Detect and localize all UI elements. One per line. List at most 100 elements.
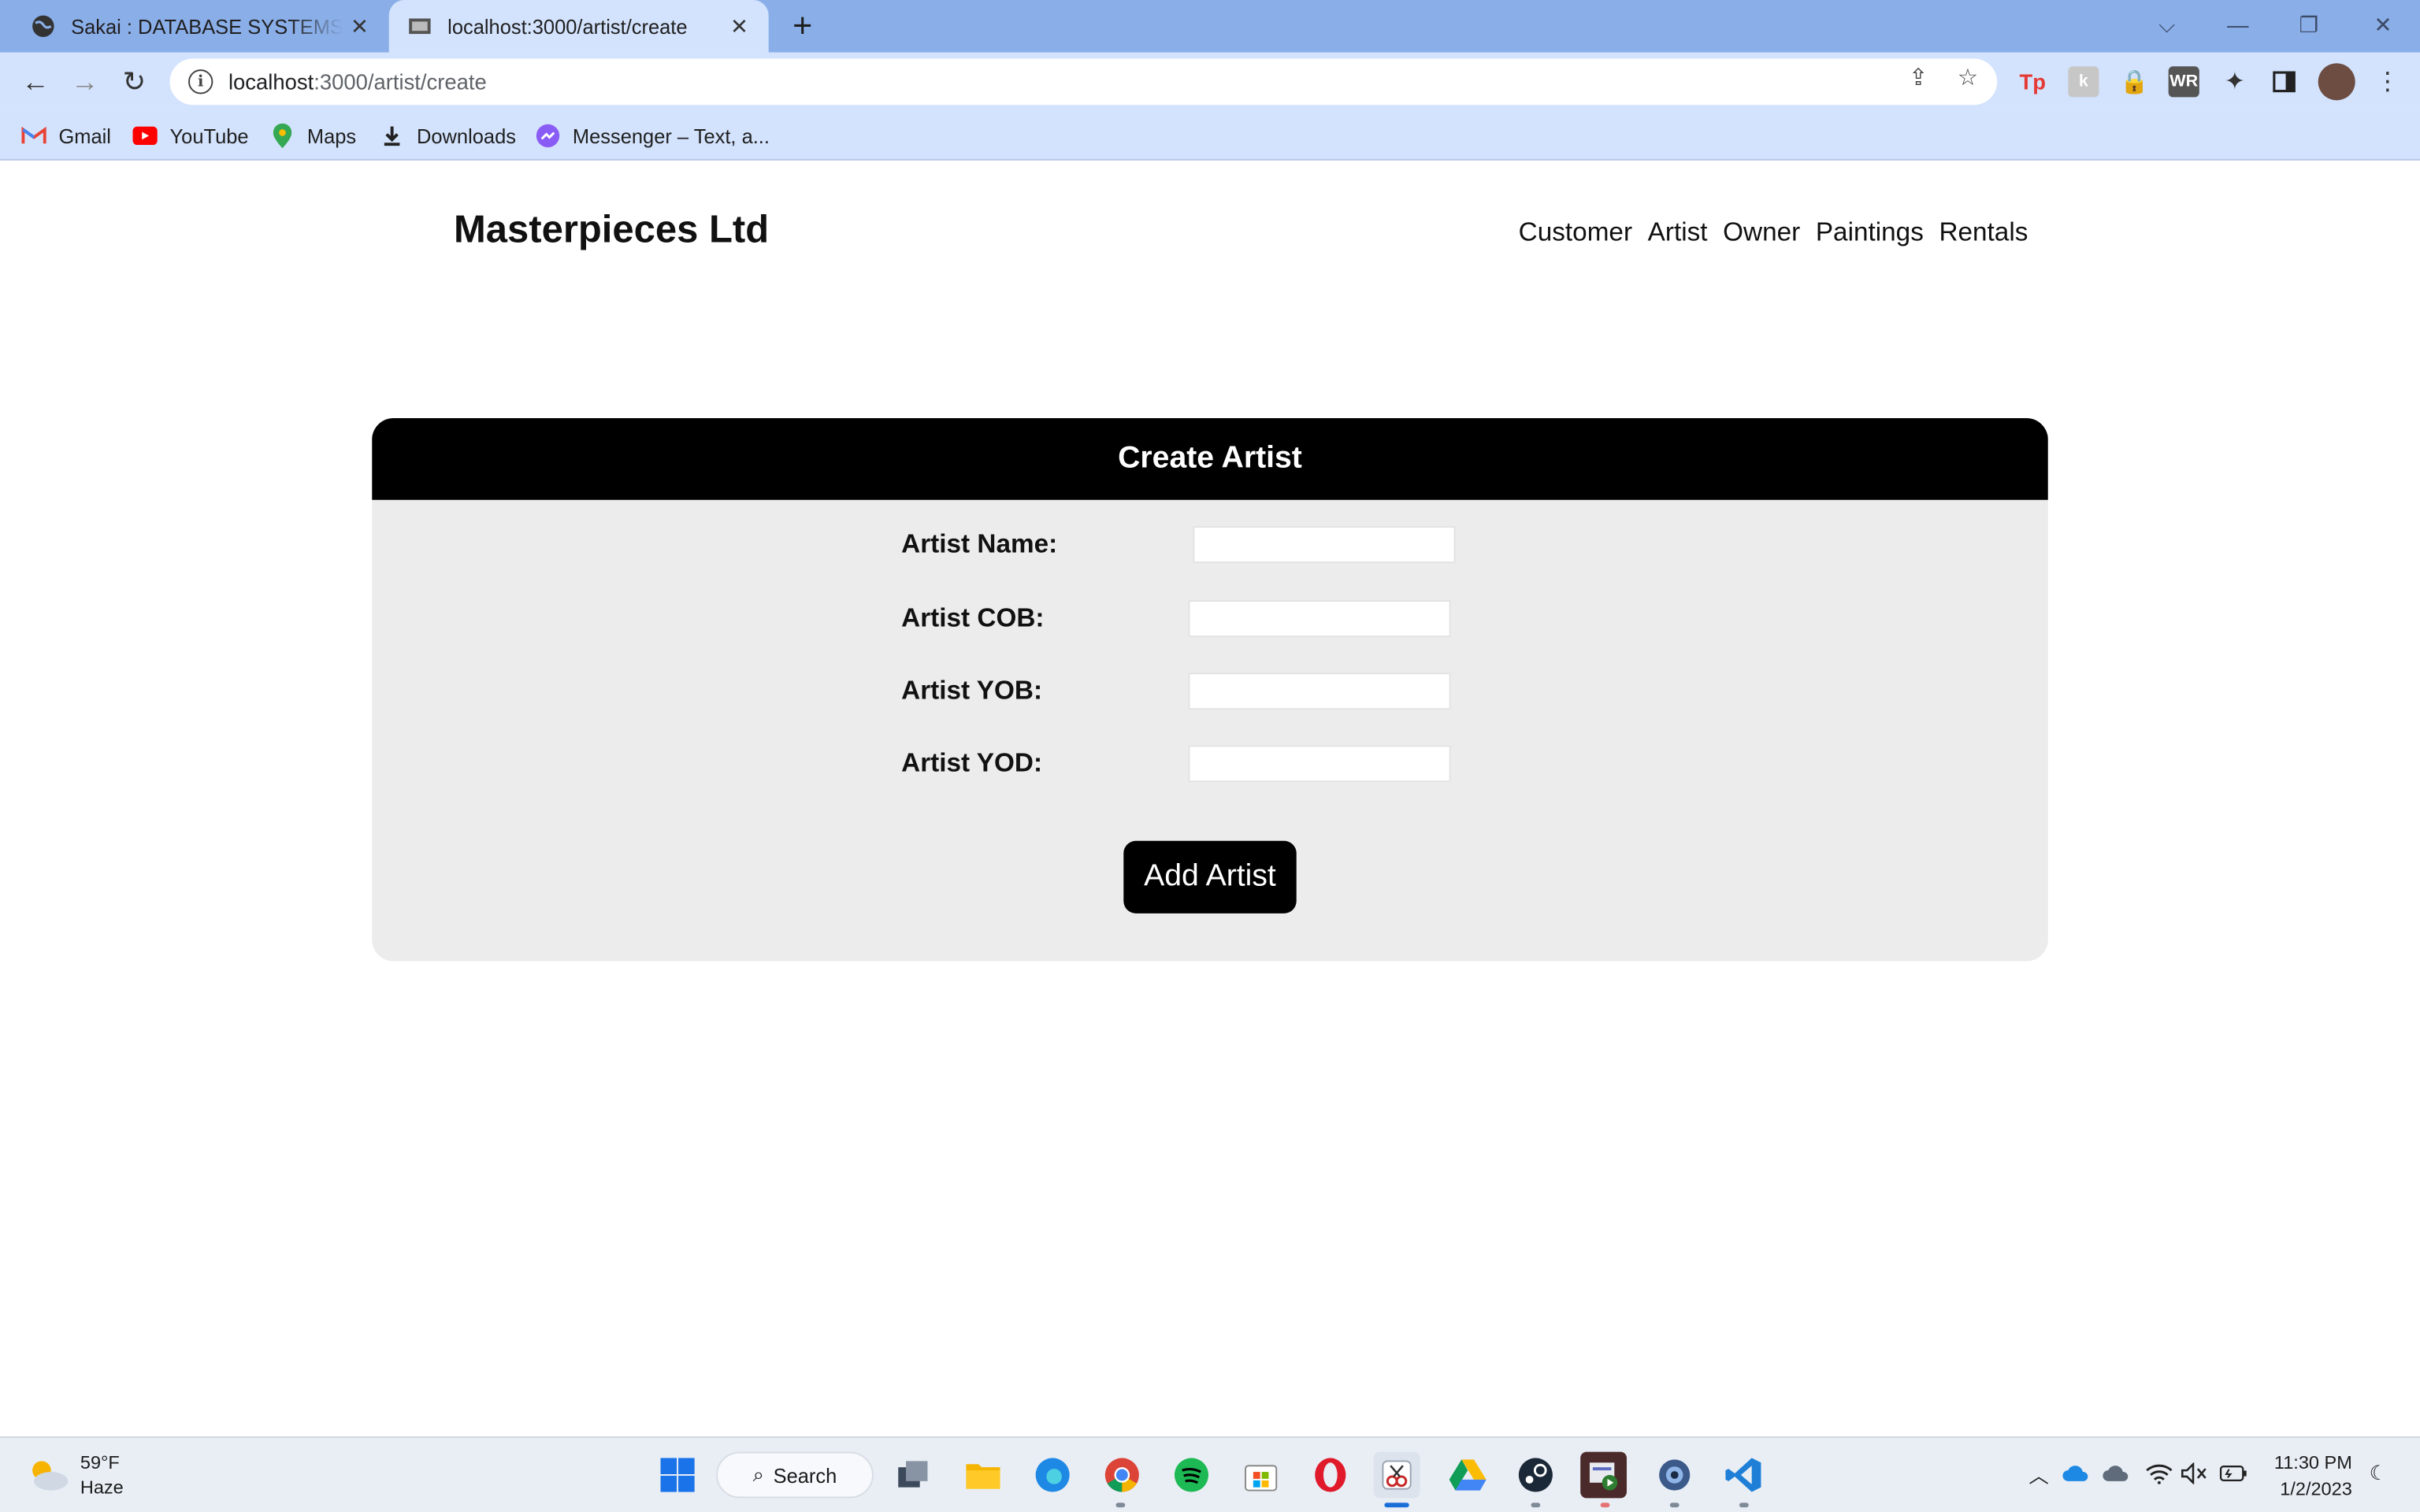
back-icon[interactable]: ← xyxy=(16,61,56,102)
snipping-tool-icon[interactable] xyxy=(1373,1451,1420,1499)
youtube-icon xyxy=(132,124,158,148)
nav-link-owner[interactable]: Owner xyxy=(1723,217,1800,248)
onedrive-icon[interactable] xyxy=(2062,1459,2089,1487)
clock-date: 1/2/2023 xyxy=(2280,1477,2352,1500)
gmail-icon xyxy=(21,124,46,148)
artist-cob-input[interactable] xyxy=(1188,600,1451,638)
start-windows-icon[interactable] xyxy=(655,1452,701,1499)
artist-name-input[interactable] xyxy=(1193,526,1456,564)
tab-artist-create[interactable]: localhost:3000/artist/create ✕ xyxy=(388,0,769,53)
extension-wr-icon[interactable]: WR xyxy=(2168,66,2199,98)
bookmark-youtube[interactable]: YouTube xyxy=(132,120,249,151)
add-artist-button[interactable]: Add Artist xyxy=(1123,840,1297,914)
profile-avatar[interactable] xyxy=(2318,63,2355,101)
microsoft-store-icon[interactable] xyxy=(1238,1452,1284,1499)
minimize-icon[interactable]: — xyxy=(2207,6,2269,43)
nav-link-paintings[interactable]: Paintings xyxy=(1816,217,1924,248)
artist-yod-input[interactable] xyxy=(1188,745,1451,783)
tab-title: Sakai : DATABASE SYSTEMS (Class xyxy=(71,14,343,39)
weather-widget[interactable]: 59°F Haze xyxy=(24,1451,124,1500)
show-hidden-icons-chevron[interactable]: ︿ xyxy=(2025,1459,2052,1487)
extension-gray-icon[interactable]: k xyxy=(2068,66,2099,98)
globe-icon xyxy=(31,14,55,39)
artist-yob-input[interactable] xyxy=(1188,673,1451,710)
bookmarks-bar: Gmail YouTube Maps Downloads Messenger –… xyxy=(0,111,2420,161)
page-favicon-icon xyxy=(407,14,432,39)
side-panel-icon[interactable] xyxy=(2269,66,2299,97)
messenger-icon xyxy=(536,124,560,148)
tab-search-icon[interactable]: ⌵ xyxy=(2136,6,2198,43)
wifi-icon[interactable] xyxy=(2145,1459,2173,1487)
extension-tp-icon[interactable]: Tp xyxy=(2017,66,2048,97)
task-view-icon[interactable] xyxy=(890,1452,937,1499)
bookmark-gmail[interactable]: Gmail xyxy=(21,120,111,151)
opera-icon[interactable] xyxy=(1307,1452,1353,1499)
google-drive-icon[interactable] xyxy=(1445,1452,1491,1499)
edge-browser-icon[interactable] xyxy=(1030,1452,1076,1499)
nav-link-artist[interactable]: Artist xyxy=(1648,217,1708,248)
chrome-icon[interactable] xyxy=(1099,1452,1145,1499)
form-row-artist-yod: Artist YOD: xyxy=(901,745,1457,783)
weather-temp: 59°F xyxy=(80,1451,120,1474)
maps-icon xyxy=(270,123,295,149)
artist-cob-label: Artist COB: xyxy=(901,603,1045,633)
active-app-indicator xyxy=(1384,1503,1409,1508)
form-title: Create Artist xyxy=(372,417,2048,500)
media-player-icon[interactable] xyxy=(1580,1451,1627,1499)
extensions-puzzle-icon[interactable]: ✦ xyxy=(2219,66,2250,97)
download-icon xyxy=(380,124,404,148)
vscode-icon[interactable] xyxy=(1720,1452,1767,1499)
forward-icon[interactable]: → xyxy=(65,61,105,102)
restore-icon[interactable]: ❐ xyxy=(2278,6,2340,43)
page-content: Masterpieces Ltd Customer Artist Owner P… xyxy=(0,161,2420,1437)
address-bar[interactable]: i localhost:3000/artist/create xyxy=(169,58,1998,106)
close-icon[interactable]: ✕ xyxy=(343,9,377,43)
artist-yod-label: Artist YOD: xyxy=(901,748,1043,778)
volume-muted-icon[interactable] xyxy=(2181,1459,2208,1487)
extension-lock-icon[interactable]: 🔒 xyxy=(2119,66,2150,97)
nav-link-rentals[interactable]: Rentals xyxy=(1939,217,2028,248)
tab-strip: Sakai : DATABASE SYSTEMS (Class ✕ localh… xyxy=(0,0,2420,53)
notification-moon-icon[interactable]: ☾ xyxy=(2364,1459,2392,1487)
battery-icon[interactable] xyxy=(2219,1459,2247,1487)
weather-desc: Haze xyxy=(80,1476,124,1499)
form-row-artist-name: Artist Name: xyxy=(901,526,1457,564)
artist-name-label: Artist Name: xyxy=(901,529,1058,559)
running-indicator xyxy=(1115,1503,1126,1508)
bookmark-downloads[interactable]: Downloads xyxy=(380,120,516,151)
running-indicator xyxy=(1669,1503,1680,1508)
tab-sakai[interactable]: Sakai : DATABASE SYSTEMS (Class ✕ xyxy=(13,0,389,53)
bookmark-messenger[interactable]: Messenger – Text, a... xyxy=(536,120,770,151)
taskbar-search[interactable]: ⌕ Search xyxy=(716,1451,874,1499)
bookmark-star-icon[interactable]: ☆ xyxy=(1954,63,1981,91)
artist-yob-label: Artist YOB: xyxy=(901,676,1043,706)
settings-app-icon[interactable] xyxy=(1651,1452,1698,1499)
steam-icon[interactable] xyxy=(1512,1452,1559,1499)
reload-icon[interactable]: ↻ xyxy=(114,61,154,102)
site-info-icon[interactable]: i xyxy=(188,69,213,94)
running-indicator xyxy=(1600,1503,1610,1508)
form-row-artist-yob: Artist YOB: xyxy=(901,673,1457,710)
form-row-artist-cob: Artist COB: xyxy=(901,600,1457,638)
tab-title: localhost:3000/artist/create xyxy=(447,14,688,39)
weather-haze-icon xyxy=(24,1452,71,1499)
url-text[interactable]: localhost:3000/artist/create xyxy=(228,69,1997,94)
site-brand[interactable]: Masterpieces Ltd xyxy=(454,208,769,253)
new-tab-button[interactable]: + xyxy=(784,6,821,45)
onedrive-personal-icon[interactable] xyxy=(2102,1459,2129,1487)
windows-taskbar: 59°F Haze ⌕ Search ︿ 11:30 PM 1/2/2023 ☾ xyxy=(0,1436,2420,1512)
bookmark-maps[interactable]: Maps xyxy=(270,120,356,151)
running-indicator xyxy=(1531,1503,1541,1508)
running-indicator xyxy=(1739,1503,1749,1508)
share-icon[interactable]: ⇪ xyxy=(1905,63,1932,91)
browser-toolbar: ← → ↻ i localhost:3000/artist/create ⇪ ☆… xyxy=(0,52,2420,112)
search-icon: ⌕ xyxy=(752,1462,764,1486)
close-icon[interactable]: ✕ xyxy=(722,9,756,43)
spotify-icon[interactable] xyxy=(1168,1452,1215,1499)
file-explorer-icon[interactable] xyxy=(960,1452,1007,1499)
more-menu-icon[interactable]: ⋮ xyxy=(2367,61,2407,102)
nav-link-customer[interactable]: Customer xyxy=(1519,217,1632,248)
clock-time: 11:30 PM xyxy=(2273,1451,2352,1474)
system-clock[interactable]: 11:30 PM 1/2/2023 xyxy=(2269,1451,2352,1503)
close-window-icon[interactable]: ✕ xyxy=(2352,6,2414,43)
